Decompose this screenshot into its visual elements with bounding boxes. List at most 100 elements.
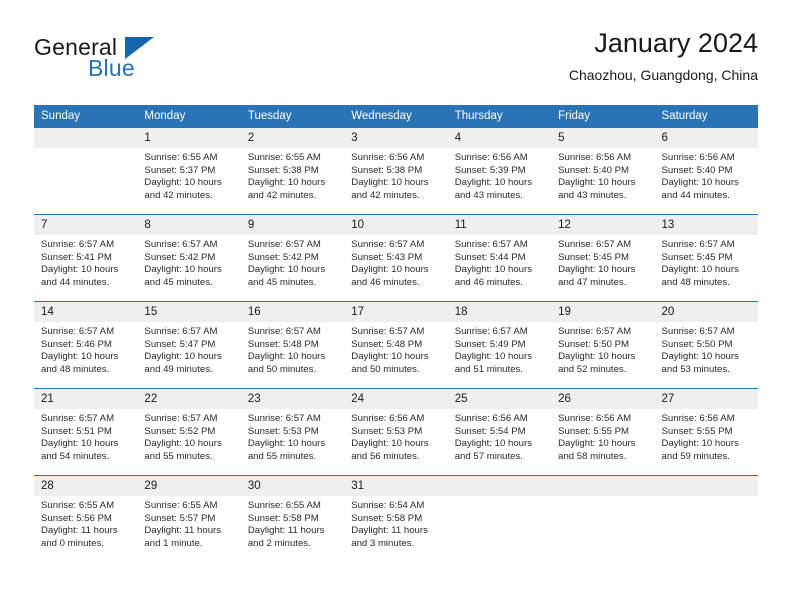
date-number-4[interactable]: 4 [447, 128, 552, 148]
week-detail-row: Sunrise: 6:57 AM Sunset: 5:46 PM Daylight:… [34, 322, 758, 389]
date-number-25[interactable]: 25 [447, 388, 552, 409]
date-number-9[interactable]: 9 [240, 214, 345, 235]
day-info-line: Sunrise: 6:57 AM [661, 239, 735, 250]
day-cell-5[interactable]: Sunrise: 6:56 AM Sunset: 5:40 PM Daylight:… [551, 148, 655, 215]
day-cell-9[interactable]: Sunrise: 6:57 AM Sunset: 5:42 PM Daylight:… [240, 235, 345, 302]
day-cell-1[interactable]: Sunrise: 6:55 AM Sunset: 5:37 PM Daylight:… [137, 148, 241, 215]
date-number-16[interactable]: 16 [240, 301, 345, 322]
day-cell-10[interactable]: Sunrise: 6:57 AM Sunset: 5:43 PM Daylight:… [344, 235, 448, 302]
date-number-31[interactable]: 31 [344, 475, 448, 496]
day-info-line: Sunset: 5:45 PM [661, 251, 733, 263]
date-number-12[interactable]: 12 [551, 214, 655, 235]
day-info-line: and 1 minute. [144, 537, 203, 549]
day-info-line: Daylight: 10 hours [247, 351, 326, 363]
week-detail-row: Sunrise: 6:57 AM Sunset: 5:41 PM Daylight:… [34, 235, 758, 302]
day-info-line: and 57 minutes. [454, 450, 523, 462]
day-cell-8[interactable]: Sunrise: 6:57 AM Sunset: 5:42 PM Daylight:… [137, 235, 241, 302]
day-info-line: Sunset: 5:53 PM [247, 425, 319, 437]
day-cell-18[interactable]: Sunrise: 6:57 AM Sunset: 5:49 PM Daylight:… [447, 322, 552, 389]
date-number-24[interactable]: 24 [344, 388, 448, 409]
day-info-line: and 53 minutes. [661, 363, 730, 375]
date-number-21[interactable]: 21 [34, 388, 138, 409]
date-number-18[interactable]: 18 [447, 301, 552, 322]
day-cell-3[interactable]: Sunrise: 6:56 AM Sunset: 5:38 PM Daylight:… [344, 148, 448, 215]
day-info-line: Sunrise: 6:56 AM [558, 413, 632, 424]
day-cell-28[interactable]: Sunrise: 6:55 AM Sunset: 5:56 PM Daylight:… [34, 496, 138, 562]
date-number-2[interactable]: 2 [240, 128, 345, 148]
day-info-line: and 42 minutes. [351, 189, 420, 201]
day-info-line: and 50 minutes. [351, 363, 420, 375]
day-info-line: Sunset: 5:47 PM [144, 338, 216, 350]
week-date-number-row: 123456 [34, 128, 758, 148]
day-info-line: Sunrise: 6:57 AM [247, 326, 321, 337]
day-info-line: Daylight: 10 hours [247, 438, 326, 450]
day-cell-23[interactable]: Sunrise: 6:57 AM Sunset: 5:53 PM Daylight:… [240, 409, 345, 476]
day-info-line: Sunrise: 6:57 AM [351, 239, 425, 250]
day-cell-29[interactable]: Sunrise: 6:55 AM Sunset: 5:57 PM Daylight:… [137, 496, 241, 562]
date-number-23[interactable]: 23 [240, 388, 345, 409]
day-info-line: Sunrise: 6:57 AM [351, 326, 425, 337]
day-cell-16[interactable]: Sunrise: 6:57 AM Sunset: 5:48 PM Daylight:… [240, 322, 345, 389]
date-number-8[interactable]: 8 [137, 214, 241, 235]
day-info-line: and 55 minutes. [247, 450, 317, 462]
date-number-11[interactable]: 11 [447, 214, 552, 235]
day-cell-12[interactable]: Sunrise: 6:57 AM Sunset: 5:45 PM Daylight:… [551, 235, 655, 302]
date-number-15[interactable]: 15 [137, 301, 241, 322]
day-cell-21[interactable]: Sunrise: 6:57 AM Sunset: 5:51 PM Daylight:… [34, 409, 138, 476]
date-number-5[interactable]: 5 [551, 128, 655, 148]
day-cell-20[interactable]: Sunrise: 6:57 AM Sunset: 5:50 PM Daylight:… [654, 322, 758, 389]
day-cell-11[interactable]: Sunrise: 6:57 AM Sunset: 5:44 PM Daylight:… [447, 235, 552, 302]
day-cell-24[interactable]: Sunrise: 6:56 AM Sunset: 5:53 PM Daylight:… [344, 409, 448, 476]
date-number-19[interactable]: 19 [551, 301, 655, 322]
date-number-30[interactable]: 30 [240, 475, 345, 496]
day-cell-25[interactable]: Sunrise: 6:56 AM Sunset: 5:54 PM Daylight:… [447, 409, 552, 476]
day-info-line: Daylight: 10 hours [661, 351, 739, 363]
day-info-line: Sunset: 5:44 PM [454, 251, 526, 263]
day-header-thursday: Thursday [447, 105, 552, 128]
calendar-page: General Blue January 2024 Chaozhou, Guan… [0, 0, 792, 612]
day-info-line: Sunset: 5:38 PM [247, 164, 319, 176]
day-info-line: Sunrise: 6:57 AM [454, 239, 528, 250]
day-cell-6[interactable]: Sunrise: 6:56 AM Sunset: 5:40 PM Daylight:… [654, 148, 758, 215]
date-number-14[interactable]: 14 [34, 301, 138, 322]
day-cell-17[interactable]: Sunrise: 6:57 AM Sunset: 5:48 PM Daylight:… [344, 322, 448, 389]
date-number-10[interactable]: 10 [344, 214, 448, 235]
day-cell-7[interactable]: Sunrise: 6:57 AM Sunset: 5:41 PM Daylight:… [34, 235, 138, 302]
day-cell-13[interactable]: Sunrise: 6:57 AM Sunset: 5:45 PM Daylight:… [654, 235, 758, 302]
day-info-line: Sunrise: 6:55 AM [247, 152, 321, 163]
date-number-1[interactable]: 1 [137, 128, 241, 148]
date-number-26[interactable]: 26 [551, 388, 655, 409]
week-date-number-row: 28 29 30 31 [34, 475, 758, 496]
date-number-6[interactable]: 6 [654, 128, 758, 148]
date-number-28[interactable]: 28 [34, 475, 138, 496]
day-cell-4[interactable]: Sunrise: 6:56 AM Sunset: 5:39 PM Daylight:… [447, 148, 552, 215]
date-number-3[interactable]: 3 [344, 128, 448, 148]
week-detail-row: Sunrise: 6:55 AM Sunset: 5:56 PM Daylight:… [34, 496, 758, 562]
date-number-7[interactable]: 7 [34, 214, 138, 235]
date-number-27[interactable]: 27 [654, 388, 758, 409]
day-info-line: Sunrise: 6:56 AM [558, 152, 632, 163]
day-cell-31[interactable]: Sunrise: 6:54 AM Sunset: 5:58 PM Daylight:… [344, 496, 448, 562]
day-cell-2[interactable]: Sunrise: 6:55 AM Sunset: 5:38 PM Daylight:… [240, 148, 345, 215]
day-info-line: Daylight: 10 hours [558, 177, 636, 189]
day-cell-26[interactable]: Sunrise: 6:56 AM Sunset: 5:55 PM Daylight:… [551, 409, 655, 476]
day-cell-30[interactable]: Sunrise: 6:55 AM Sunset: 5:58 PM Daylight:… [240, 496, 345, 562]
day-cell-15[interactable]: Sunrise: 6:57 AM Sunset: 5:47 PM Daylight:… [137, 322, 241, 389]
day-cell-27[interactable]: Sunrise: 6:56 AM Sunset: 5:55 PM Daylight:… [654, 409, 758, 476]
day-info-line: Sunrise: 6:55 AM [41, 500, 115, 511]
week-date-number-row: 21 22 23 24 25 26 27 [34, 388, 758, 409]
day-cell-14[interactable]: Sunrise: 6:57 AM Sunset: 5:46 PM Daylight:… [34, 322, 138, 389]
day-cell-22[interactable]: Sunrise: 6:57 AM Sunset: 5:52 PM Daylight:… [137, 409, 241, 476]
date-number-22[interactable]: 22 [137, 388, 241, 409]
day-info-line: Sunset: 5:53 PM [351, 425, 423, 437]
date-number-29[interactable]: 29 [137, 475, 241, 496]
day-info-line: and 0 minutes. [41, 537, 104, 549]
date-number-20[interactable]: 20 [654, 301, 758, 322]
day-info-line: Daylight: 11 hours [144, 525, 222, 537]
day-info-line: Sunset: 5:52 PM [144, 425, 216, 437]
day-cell-empty [551, 496, 655, 562]
day-cell-19[interactable]: Sunrise: 6:57 AM Sunset: 5:50 PM Daylight:… [551, 322, 655, 389]
day-info-line: Sunset: 5:48 PM [351, 338, 423, 350]
date-number-17[interactable]: 17 [344, 301, 448, 322]
date-number-13[interactable]: 13 [654, 214, 758, 235]
